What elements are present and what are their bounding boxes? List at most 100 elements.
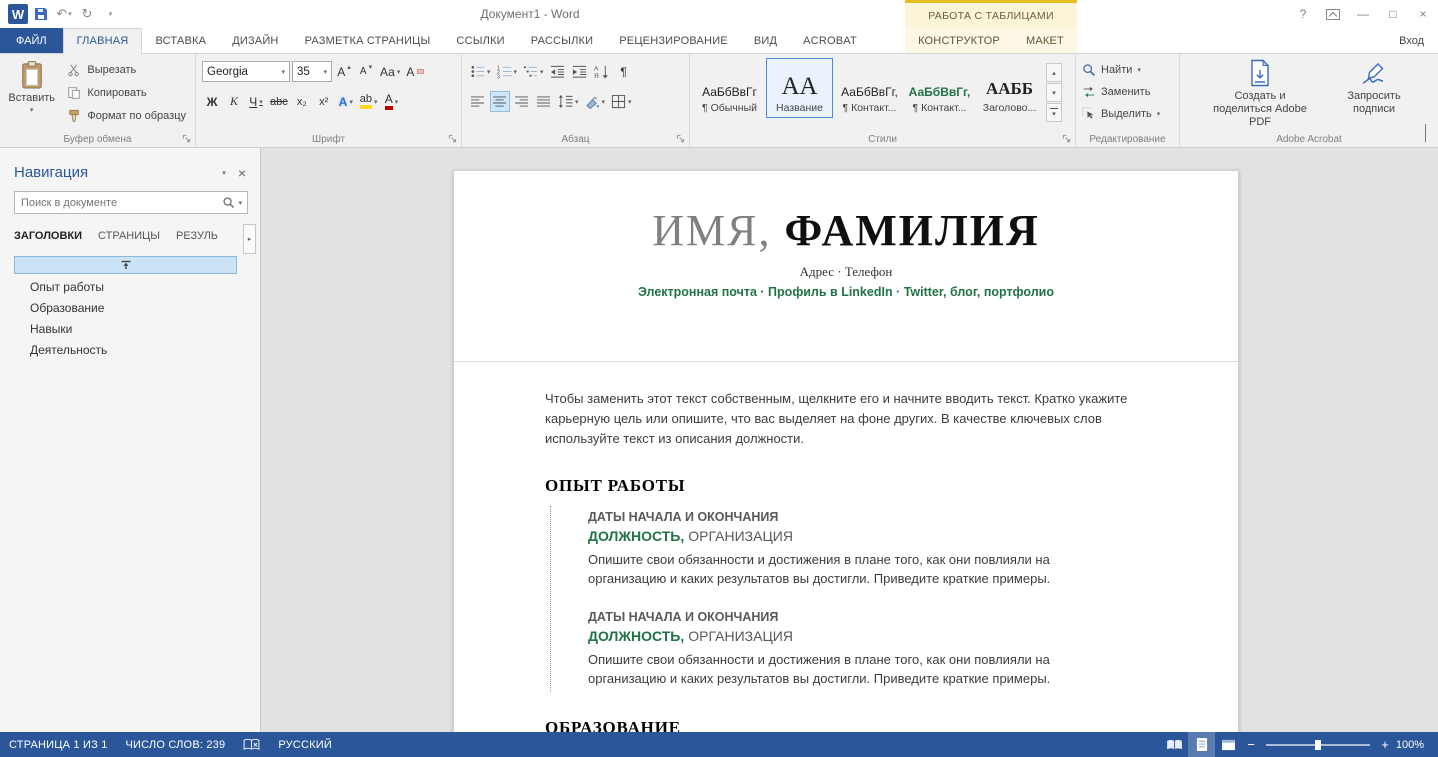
- find-button[interactable]: Найти ▾: [1082, 60, 1173, 80]
- sign-in-link[interactable]: Вход: [1399, 28, 1424, 53]
- resume-name-title[interactable]: ИМЯ, ФАМИЛИЯ: [454, 206, 1238, 255]
- style-item-normal[interactable]: АаБбВвГг ¶ Обычный: [696, 58, 763, 118]
- bold-button[interactable]: Ж: [202, 91, 222, 112]
- style-item-title[interactable]: АА Название: [766, 58, 833, 118]
- underline-button[interactable]: Ч ▾: [246, 91, 266, 112]
- tab-page-layout[interactable]: РАЗМЕТКА СТРАНИЦЫ: [292, 28, 444, 53]
- heading-item-experience[interactable]: Опыт работы: [0, 277, 260, 298]
- cut-button[interactable]: Вырезать: [63, 59, 189, 81]
- shading-button[interactable]: ▾: [583, 91, 608, 112]
- tab-acrobat[interactable]: ACROBAT: [790, 28, 870, 53]
- styles-more-button[interactable]: ▾: [1046, 103, 1062, 122]
- zoom-out-button[interactable]: −: [1242, 737, 1260, 752]
- align-right-button[interactable]: [512, 91, 532, 112]
- font-size-combo[interactable]: 35 ▾: [292, 61, 332, 82]
- experience-entries[interactable]: ДАТЫ НАЧАЛА И ОКОНЧАНИЯ ДОЛЖНОСТЬ, ОРГАНИ…: [550, 506, 1142, 692]
- zoom-slider-thumb[interactable]: [1315, 739, 1321, 750]
- highlight-color-button[interactable]: ab ▾: [358, 91, 380, 112]
- selected-heading-item[interactable]: [14, 256, 237, 274]
- copy-button[interactable]: Копировать: [63, 82, 189, 104]
- resume-body[interactable]: Чтобы заменить этот текст собственным, щ…: [454, 361, 1238, 732]
- print-layout-button[interactable]: [1188, 732, 1215, 757]
- minimize-button[interactable]: —: [1348, 0, 1378, 28]
- styles-dialog-launcher[interactable]: [1062, 134, 1071, 143]
- resume-last-name[interactable]: ФАМИЛИЯ: [784, 206, 1039, 255]
- nav-tab-pages[interactable]: СТРАНИЦЫ: [98, 230, 160, 242]
- tab-review[interactable]: РЕЦЕНЗИРОВАНИЕ: [606, 28, 741, 53]
- close-button[interactable]: ×: [1408, 0, 1438, 28]
- education-heading[interactable]: ОБРАЗОВАНИЕ: [545, 718, 1142, 732]
- text-effects-button[interactable]: А ▾: [336, 91, 356, 112]
- heading-item-activity[interactable]: Деятельность: [0, 340, 260, 361]
- nav-tabs-scroll-button[interactable]: ▸: [243, 224, 256, 254]
- style-item-heading[interactable]: ААББ Заголово...: [976, 58, 1043, 118]
- decrease-indent-button[interactable]: [548, 61, 568, 82]
- entry-dates[interactable]: ДАТЫ НАЧАЛА И ОКОНЧАНИЯ: [588, 610, 1142, 624]
- sort-button[interactable]: [592, 61, 612, 82]
- tab-insert[interactable]: ВСТАВКА: [142, 28, 219, 53]
- styles-scroll-down-button[interactable]: ▾: [1046, 83, 1062, 102]
- help-button[interactable]: ?: [1288, 0, 1318, 28]
- clear-formatting-button[interactable]: А: [404, 61, 426, 82]
- font-dialog-launcher[interactable]: [448, 134, 457, 143]
- change-case-button[interactable]: Аа ▾: [378, 61, 402, 82]
- nav-tab-headings[interactable]: ЗАГОЛОВКИ: [14, 230, 82, 242]
- redo-button[interactable]: ↻: [77, 3, 97, 25]
- resume-links-line[interactable]: Электронная почта · Профиль в LinkedIn ·…: [454, 285, 1238, 299]
- ribbon-display-options-button[interactable]: [1318, 0, 1348, 28]
- zoom-slider[interactable]: [1266, 739, 1370, 750]
- borders-button[interactable]: ▾: [609, 91, 634, 112]
- numbering-button[interactable]: ▾: [495, 61, 520, 82]
- nav-tab-results[interactable]: РЕЗУЛЬ: [176, 230, 218, 242]
- style-item-contact-1[interactable]: АаБбВвГг, ¶ Контакт...: [836, 58, 903, 118]
- tab-references[interactable]: ССЫЛКИ: [443, 28, 517, 53]
- align-left-button[interactable]: [468, 91, 488, 112]
- document-page[interactable]: ИМЯ, ФАМИЛИЯ Адрес · Телефон Электронная…: [453, 170, 1239, 732]
- entry-organization[interactable]: ОРГАНИЗАЦИЯ: [688, 528, 793, 544]
- entry-position[interactable]: ДОЛЖНОСТЬ,: [588, 528, 684, 544]
- qat-customize-button[interactable]: ▾: [100, 3, 120, 25]
- collapse-ribbon-button[interactable]: [1425, 124, 1426, 143]
- entry-position-line[interactable]: ДОЛЖНОСТЬ, ОРГАНИЗАЦИЯ: [588, 528, 1142, 544]
- experience-heading[interactable]: ОПЫТ РАБОТЫ: [545, 476, 1142, 496]
- save-button[interactable]: [31, 3, 51, 25]
- close-pane-button[interactable]: ×: [238, 165, 246, 181]
- justify-button[interactable]: [534, 91, 554, 112]
- bullets-button[interactable]: ▾: [468, 61, 493, 82]
- pane-options-button[interactable]: ▾: [222, 169, 226, 177]
- style-item-contact-2[interactable]: АаБбВвГг, ¶ Контакт...: [906, 58, 973, 118]
- create-pdf-button[interactable]: Создать и поделиться Adobe PDF: [1208, 59, 1312, 129]
- styles-scroll-up-button[interactable]: ▴: [1046, 63, 1062, 82]
- entry-description[interactable]: Опишите свои обязанности и достижения в …: [588, 550, 1088, 588]
- zoom-in-button[interactable]: +: [1376, 737, 1394, 752]
- undo-button[interactable]: ↶ ▾: [54, 3, 74, 25]
- tab-table-layout[interactable]: МАКЕТ: [1013, 28, 1077, 53]
- entry-position[interactable]: ДОЛЖНОСТЬ,: [588, 628, 684, 644]
- replace-button[interactable]: Заменить: [1082, 82, 1173, 102]
- web-layout-button[interactable]: [1215, 732, 1242, 757]
- paste-button[interactable]: Вставить ▾: [6, 58, 57, 129]
- entry-dates[interactable]: ДАТЫ НАЧАЛА И ОКОНЧАНИЯ: [588, 510, 1142, 524]
- search-icon[interactable]: [222, 196, 235, 209]
- request-signatures-button[interactable]: Запросить подписи: [1338, 59, 1410, 129]
- word-app-icon[interactable]: W: [8, 4, 28, 24]
- search-input[interactable]: [15, 196, 223, 209]
- select-button[interactable]: Выделить ▾: [1082, 104, 1173, 124]
- tab-file[interactable]: ФАЙЛ: [0, 28, 63, 53]
- document-canvas[interactable]: ИМЯ, ФАМИЛИЯ Адрес · Телефон Электронная…: [261, 148, 1438, 732]
- grow-font-button[interactable]: А ▴: [334, 61, 354, 82]
- align-center-button[interactable]: [490, 91, 510, 112]
- paragraph-dialog-launcher[interactable]: [676, 134, 685, 143]
- proofing-status-button[interactable]: [234, 732, 269, 757]
- search-options-caret[interactable]: ▾: [238, 199, 242, 207]
- entry-description[interactable]: Опишите свои обязанности и достижения в …: [588, 650, 1088, 688]
- multilevel-list-button[interactable]: ▾: [521, 61, 546, 82]
- increase-indent-button[interactable]: [570, 61, 590, 82]
- resume-first-name[interactable]: ИМЯ,: [652, 206, 771, 255]
- font-family-combo[interactable]: Georgia ▾: [202, 61, 290, 82]
- strikethrough-button[interactable]: abc: [268, 91, 290, 112]
- page-number-status[interactable]: СТРАНИЦА 1 ИЗ 1: [0, 732, 117, 757]
- tab-home[interactable]: ГЛАВНАЯ: [62, 28, 143, 54]
- word-count-status[interactable]: ЧИСЛО СЛОВ: 239: [117, 732, 235, 757]
- italic-button[interactable]: К: [224, 91, 244, 112]
